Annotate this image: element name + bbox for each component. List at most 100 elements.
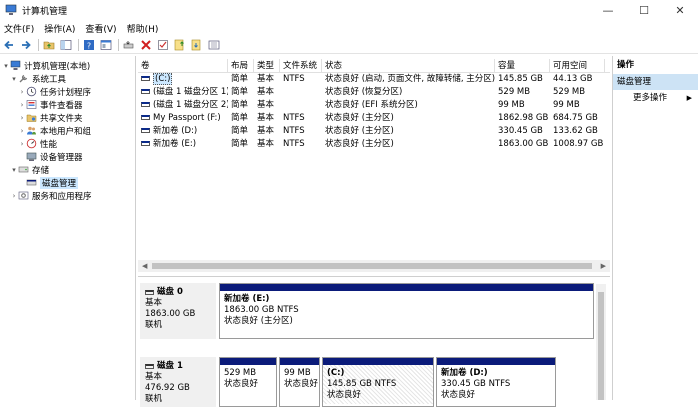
free-space-cell: 44.13 GB (553, 74, 593, 84)
tree-item-label: 本地用户和组 (40, 126, 92, 137)
menu-help[interactable]: 帮助(H) (127, 22, 159, 35)
column-header-layout[interactable]: 布局 (228, 59, 254, 73)
menu-view[interactable]: 查看(V) (85, 22, 116, 35)
scrollbar-thumb[interactable] (152, 263, 592, 269)
disk-0-type: 基本 (145, 298, 163, 308)
tree-item-storage[interactable]: ▾ 存储 (10, 163, 49, 176)
partition-status: 状态良好 (主分区) (224, 316, 293, 326)
partition-name: 新加卷 (E:) (224, 294, 270, 304)
vertical-scrollbar[interactable] (596, 284, 606, 400)
partition-size: 1863.00 GB NTFS (224, 305, 299, 315)
menu-file[interactable]: 文件(F) (4, 22, 34, 35)
tree-item-task-scheduler[interactable]: › 任务计划程序 (18, 85, 91, 98)
volume-name: 新加卷 (E:) (153, 139, 197, 149)
export-icon[interactable] (191, 39, 203, 51)
tools-icon (18, 73, 29, 84)
expand-arrow-icon[interactable]: › (18, 114, 26, 122)
partition-bar (220, 284, 593, 291)
partition-body: (C:) 145.85 GB NTFS 状态良好 (323, 365, 433, 404)
collapse-arrow-icon[interactable]: ▾ (10, 75, 18, 83)
filesystem-cell: NTFS (283, 74, 305, 84)
expand-arrow-icon[interactable]: › (18, 88, 26, 96)
computer-icon (10, 60, 21, 71)
column-header-filesystem[interactable]: 文件系统 (280, 59, 322, 73)
column-header-free-space[interactable]: 可用空间 (550, 59, 605, 73)
horizontal-scrollbar[interactable]: ◀ ▶ (138, 260, 610, 272)
show-hide-tree-icon[interactable] (60, 39, 72, 51)
tree-item-root[interactable]: ▾ 计算机管理(本地) (2, 59, 90, 72)
tree-item-local-users[interactable]: › 本地用户和组 (18, 124, 91, 137)
connect-drive-icon[interactable] (123, 39, 135, 51)
more-actions-item[interactable]: 更多操作 ▶ (613, 90, 698, 106)
partition-e[interactable]: 新加卷 (E:) 1863.00 GB NTFS 状态良好 (主分区) (219, 283, 594, 339)
back-arrow-icon[interactable] (3, 39, 15, 51)
window-controls: — ☐ ✕ (590, 0, 698, 20)
partition-status: 状态良好 (284, 379, 319, 389)
disk-0-info[interactable]: 磁盘 0 基本 1863.00 GB 联机 (140, 283, 216, 339)
delete-icon[interactable] (140, 39, 152, 51)
table-row[interactable]: (磁盘 1 磁盘分区 2) 简单 基本 状态良好 (EFI 系统分区) 99 M… (138, 99, 610, 112)
tree-item-label: 设备管理器 (40, 152, 83, 163)
scrollbar-thumb[interactable] (598, 292, 604, 400)
menu-action[interactable]: 操作(A) (44, 22, 75, 35)
expand-arrow-icon[interactable]: › (10, 192, 18, 200)
help-icon[interactable]: ? (83, 39, 95, 51)
partition-bar (323, 358, 433, 365)
volume-cell: (C:) (138, 73, 228, 86)
partition-size: 99 MB (284, 368, 311, 378)
scroll-left-icon[interactable]: ◀ (142, 260, 147, 272)
table-row[interactable]: (C:) 简单 基本 NTFS 状态良好 (启动, 页面文件, 故障转储, 主分… (138, 73, 610, 86)
import-icon[interactable] (174, 39, 186, 51)
column-header-type[interactable]: 类型 (254, 59, 280, 73)
disk-management-icon (26, 177, 37, 188)
tree-item-performance[interactable]: › 性能 (18, 137, 57, 150)
capacity-cell: 330.45 GB (498, 126, 543, 136)
capacity-cell: 1863.00 GB (498, 139, 549, 149)
tree-item-disk-management[interactable]: 磁盘管理 (26, 176, 79, 189)
expand-arrow-icon[interactable]: › (18, 127, 26, 135)
close-button[interactable]: ✕ (662, 0, 698, 20)
collapse-arrow-icon[interactable]: ▾ (10, 166, 18, 174)
tree-item-services-apps[interactable]: › 服务和应用程序 (10, 189, 92, 202)
forward-arrow-icon[interactable] (20, 39, 32, 51)
collapse-arrow-icon[interactable]: ▾ (2, 62, 10, 70)
type-cell: 基本 (257, 113, 275, 123)
status-cell: 状态良好 (恢复分区) (325, 87, 403, 97)
type-cell: 基本 (257, 139, 275, 149)
capacity-cell: 99 MB (498, 100, 525, 110)
tree-item-label: 任务计划程序 (40, 87, 92, 98)
event-viewer-icon (26, 99, 37, 110)
check-icon[interactable] (157, 39, 169, 51)
maximize-button[interactable]: ☐ (626, 0, 662, 20)
volume-name: (磁盘 1 磁盘分区 1) (153, 87, 228, 97)
tree-item-label: 性能 (40, 139, 58, 150)
column-header-volume[interactable]: 卷 (138, 59, 228, 73)
actions-section-disk-management[interactable]: 磁盘管理 (613, 74, 698, 90)
layout-cell: 简单 (231, 139, 249, 149)
tree-item-shared-folders[interactable]: › 共享文件夹 (18, 111, 83, 124)
table-row[interactable]: My Passport (F:) 简单 基本 NTFS 状态良好 (主分区) 1… (138, 112, 610, 125)
tree-item-system-tools[interactable]: ▾ 系统工具 (10, 72, 66, 85)
tree-item-label: 存储 (32, 165, 50, 176)
up-folder-icon[interactable] (43, 39, 55, 51)
table-row[interactable]: (磁盘 1 磁盘分区 1) 简单 基本 状态良好 (恢复分区) 529 MB 5… (138, 86, 610, 99)
table-row[interactable]: 新加卷 (E:) 简单 基本 NTFS 状态良好 (主分区) 1863.00 G… (138, 138, 610, 151)
clock-icon (26, 86, 37, 97)
disk-0-status: 联机 (145, 320, 163, 330)
navigation-tree: ▾ 计算机管理(本地) ▾ 系统工具 › 任务计划程序 › 事件查看器 › 共享… (0, 56, 136, 400)
disk-icon (145, 364, 154, 369)
table-row[interactable]: 新加卷 (D:) 简单 基本 NTFS 状态良好 (主分区) 330.45 GB… (138, 125, 610, 138)
tree-item-device-manager[interactable]: 设备管理器 (26, 150, 83, 163)
column-header-capacity[interactable]: 容量 (495, 59, 550, 73)
properties-icon[interactable] (100, 39, 112, 51)
volume-cell: 新加卷 (D:) (138, 125, 228, 138)
scroll-right-icon[interactable]: ▶ (601, 260, 606, 272)
list-view-icon[interactable] (208, 39, 220, 51)
minimize-button[interactable]: — (590, 0, 626, 20)
partition-bar (437, 358, 555, 365)
tree-item-event-viewer[interactable]: › 事件查看器 (18, 98, 83, 111)
expand-arrow-icon[interactable]: › (18, 140, 26, 148)
toolbar: ? (0, 37, 698, 54)
column-header-status[interactable]: 状态 (322, 59, 495, 73)
expand-arrow-icon[interactable]: › (18, 101, 26, 109)
